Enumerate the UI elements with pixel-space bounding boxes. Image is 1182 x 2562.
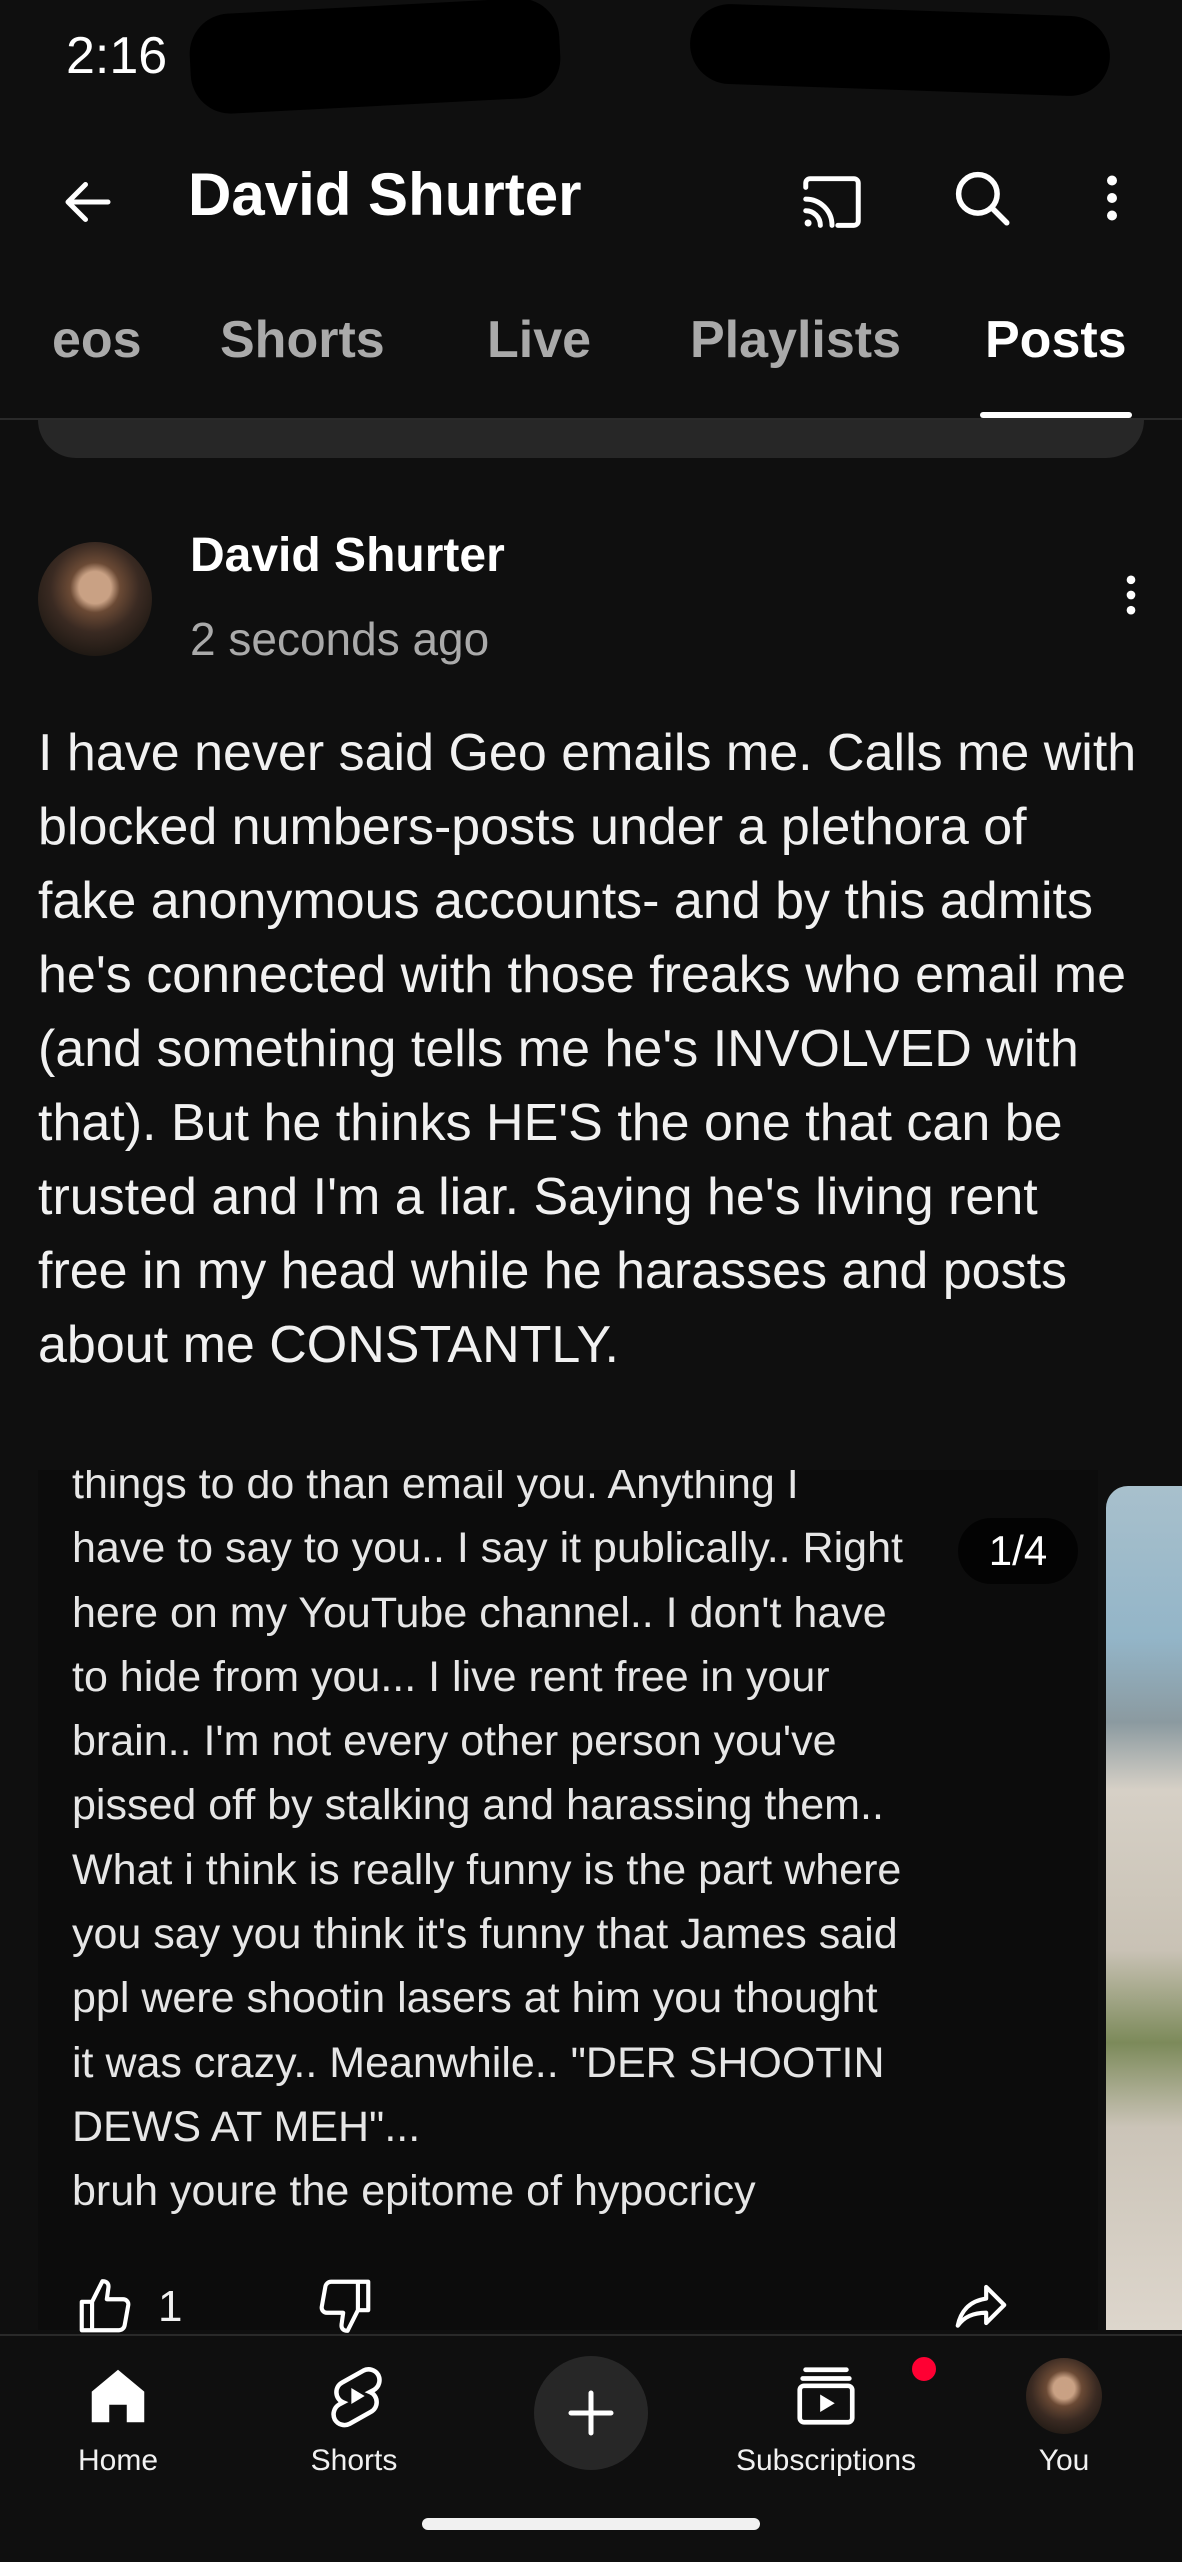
cast-icon [803, 176, 861, 228]
search-button[interactable] [940, 156, 1024, 240]
tab-videos[interactable]: eos [52, 310, 142, 370]
image-text-line: to hide from you... I live rent free in … [72, 1652, 830, 1701]
like-button[interactable] [70, 2272, 140, 2342]
share-button[interactable] [946, 2270, 1016, 2340]
tab-posts[interactable]: Posts [985, 310, 1127, 370]
next-post-image[interactable] [1106, 1486, 1182, 2330]
post-menu-button[interactable] [1096, 560, 1166, 630]
image-counter-badge: 1/4 [958, 1518, 1078, 1584]
image-text-line: brain.. I'm not every other person you'v… [72, 1717, 837, 1766]
previous-post-card [38, 420, 1144, 458]
nav-shorts[interactable]: Shorts [264, 2354, 444, 2478]
more-options-button[interactable] [1070, 156, 1154, 240]
image-text-line: here on my YouTube channel.. I don't hav… [72, 1588, 887, 1637]
image-text-line: What i think is really funny is the part… [72, 1845, 902, 1894]
nav-home-label: Home [77, 2444, 159, 2477]
gesture-bar [422, 2518, 760, 2530]
thumbs-down-icon [319, 2279, 371, 2333]
dislike-button[interactable] [310, 2270, 380, 2340]
shorts-icon [331, 2367, 382, 2428]
redaction-mark [187, 0, 563, 116]
post-timestamp: 2 seconds ago [190, 613, 490, 665]
notification-dot [909, 2354, 939, 2384]
back-button[interactable] [46, 160, 130, 244]
post-body-text: I have never said Geo emails me. Calls m… [38, 724, 1137, 1374]
nav-subscriptions[interactable]: Subscriptions [735, 2354, 939, 2478]
nav-shorts-label: Shorts [310, 2444, 398, 2477]
thumbs-up-icon [79, 2279, 131, 2333]
image-text-line: things to do than email you. Anything I [72, 1470, 799, 1508]
nav-you[interactable]: You [974, 2354, 1154, 2478]
more-vert-icon [1107, 175, 1117, 221]
more-vert-icon [1126, 575, 1136, 615]
post-image-carousel[interactable]: things to do than email you. Anything I … [0, 1470, 1182, 2330]
plus-icon [568, 2390, 614, 2436]
nav-subscriptions-label: Subscriptions [735, 2444, 917, 2477]
arrow-left-icon [65, 182, 111, 222]
nav-home[interactable]: Home [28, 2354, 208, 2478]
create-button[interactable] [534, 2356, 648, 2470]
tab-playlists[interactable]: Playlists [690, 310, 901, 370]
nav-you-label: You [1038, 2444, 1090, 2477]
post-author[interactable]: David Shurter [190, 528, 505, 583]
tab-shorts[interactable]: Shorts [220, 310, 385, 370]
image-text-line: it was crazy.. Meanwhile.. "DER SHOOTIN [72, 2038, 885, 2087]
image-text-line: ppl were shootin lasers at him you thoug… [72, 1974, 878, 2023]
image-text-line: bruh youre the epitome of hypocricy [72, 2167, 756, 2216]
channel-title: David Shurter [188, 161, 582, 228]
share-icon [955, 2284, 1007, 2328]
author-avatar[interactable] [38, 542, 152, 656]
redaction-mark [688, 2, 1112, 98]
user-avatar [1026, 2358, 1102, 2434]
image-text-line: DEWS AT MEH"... [72, 2102, 421, 2151]
subscriptions-icon [797, 2367, 855, 2425]
home-icon [91, 2369, 145, 2423]
post-image[interactable]: things to do than email you. Anything I … [38, 1470, 1098, 2330]
image-text-line: have to say to you.. I say it publically… [72, 1524, 903, 1573]
image-text-line: pissed off by stalking and harassing the… [72, 1781, 884, 1830]
like-count: 1 [158, 2282, 183, 2331]
search-icon [955, 171, 1010, 226]
image-text: things to do than email you. Anything I … [72, 1470, 1082, 2224]
cast-button[interactable] [790, 160, 874, 244]
image-text-line: you say you think it's funny that James … [72, 1910, 898, 1959]
status-bar-time: 2:16 [66, 27, 168, 85]
tab-live[interactable]: Live [487, 310, 591, 370]
